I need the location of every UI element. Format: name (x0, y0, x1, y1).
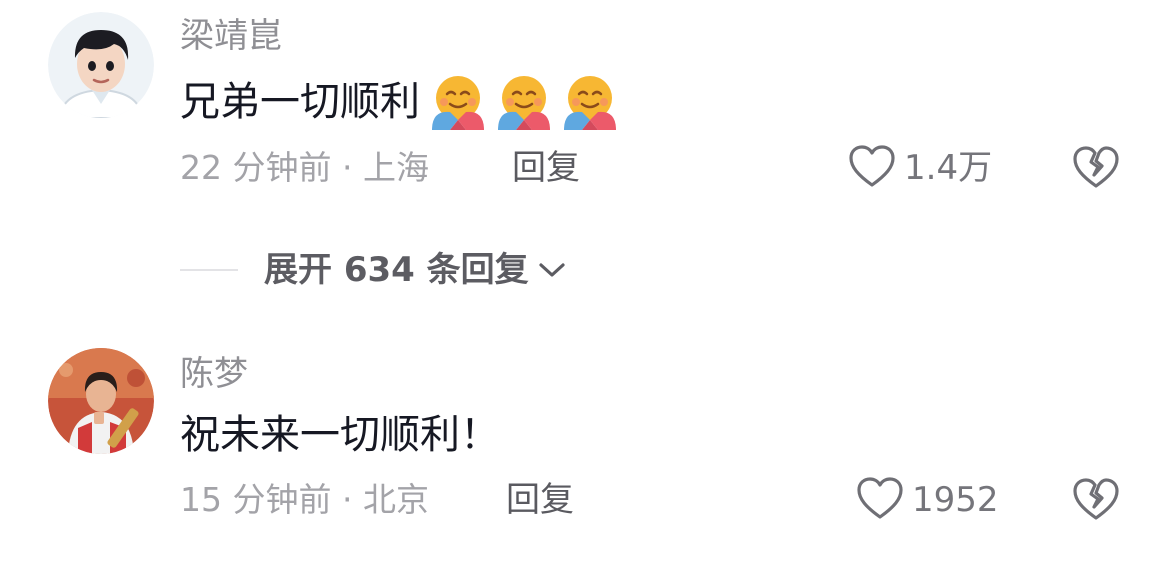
hugging-face-emoji (494, 72, 554, 132)
hugging-face-emoji (560, 72, 620, 132)
comment-username[interactable]: 陈梦 (180, 354, 248, 394)
hugging-face-emoji (428, 72, 488, 132)
avatar[interactable] (48, 12, 154, 118)
reply-button[interactable]: 回复 (512, 148, 580, 188)
comment-text: 祝未来一切顺利！ (180, 410, 500, 460)
reply-button[interactable]: 回复 (506, 480, 574, 520)
expand-replies-button[interactable]: 展开 634 条回复 (180, 250, 567, 290)
like-button[interactable]: 1.4万 (848, 144, 992, 192)
comment-text-content: 祝未来一切顺利！ (180, 412, 500, 458)
broken-heart-icon[interactable] (1072, 476, 1120, 526)
chevron-down-icon (537, 260, 567, 280)
comment-list: 梁靖崑 兄弟一切顺利 22 分钟前 · 上海 回复 1.4万 展开 634 条回… (0, 0, 1169, 568)
like-count: 1.4万 (904, 148, 993, 188)
comment-time-location: 15 分钟前 · 北京 (180, 480, 429, 519)
divider-line (180, 269, 238, 271)
comment-text: 兄弟一切顺利 (180, 72, 620, 132)
expand-replies-label: 展开 634 条回复 (264, 250, 529, 290)
broken-heart-icon[interactable] (1072, 144, 1120, 194)
avatar[interactable] (48, 348, 154, 454)
heart-icon (856, 476, 904, 524)
comment-text-content: 兄弟一切顺利 (180, 79, 420, 125)
like-count: 1952 (912, 480, 999, 520)
heart-icon (848, 144, 896, 192)
comment-username[interactable]: 梁靖崑 (180, 16, 282, 56)
like-button[interactable]: 1952 (856, 476, 999, 524)
comment-time-location: 22 分钟前 · 上海 (180, 148, 429, 187)
